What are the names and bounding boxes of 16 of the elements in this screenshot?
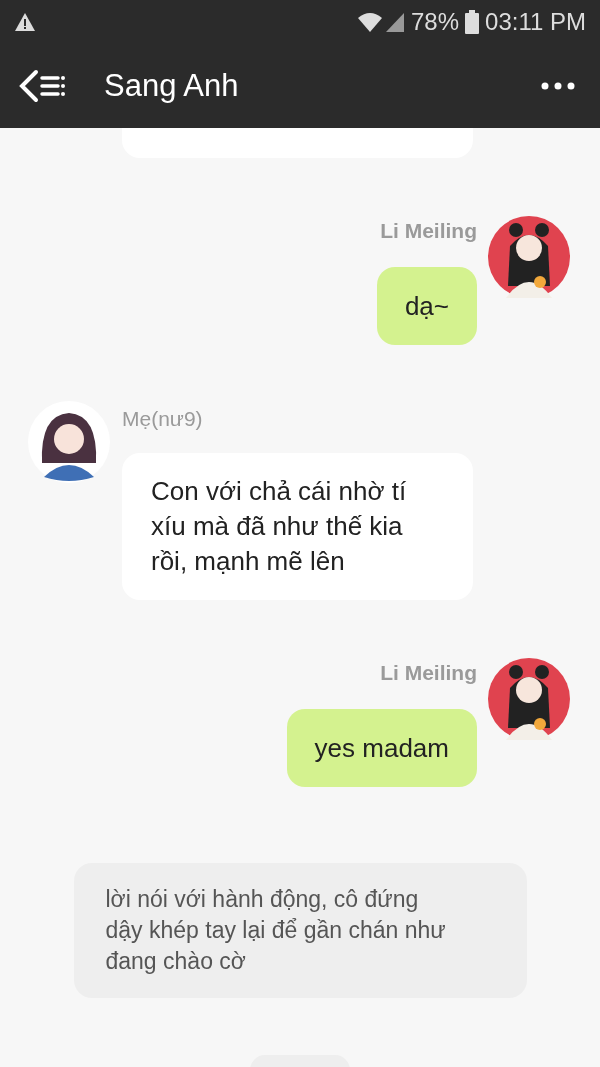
signal-icon: [385, 11, 405, 33]
chat-title: Sang Anh: [104, 66, 239, 105]
battery-icon: [465, 10, 480, 34]
message-bubble: Con với chả cái nhờ tí xíu mà đã như thế kia rồi, mạnh mẽ lên: [122, 453, 473, 600]
clock: 03:11 PM: [485, 7, 586, 37]
sender-name: Li Meiling: [380, 660, 477, 686]
sender-name: Mẹ(nư9): [122, 406, 203, 432]
message-bubble: yes madam: [286, 709, 477, 787]
battery-level: 78%: [411, 7, 460, 37]
warning-icon: [14, 12, 36, 32]
back-icon: [18, 69, 66, 103]
narration-bubble: lời nói với hành động, cô đứng dậy khép tay lại để gần chán như đang chào cờ: [73, 863, 527, 998]
sender-name: Li Meiling: [380, 218, 477, 244]
more-icon: [541, 82, 575, 90]
message-bubble: dạ~: [376, 267, 477, 345]
wifi-icon: [357, 11, 383, 33]
